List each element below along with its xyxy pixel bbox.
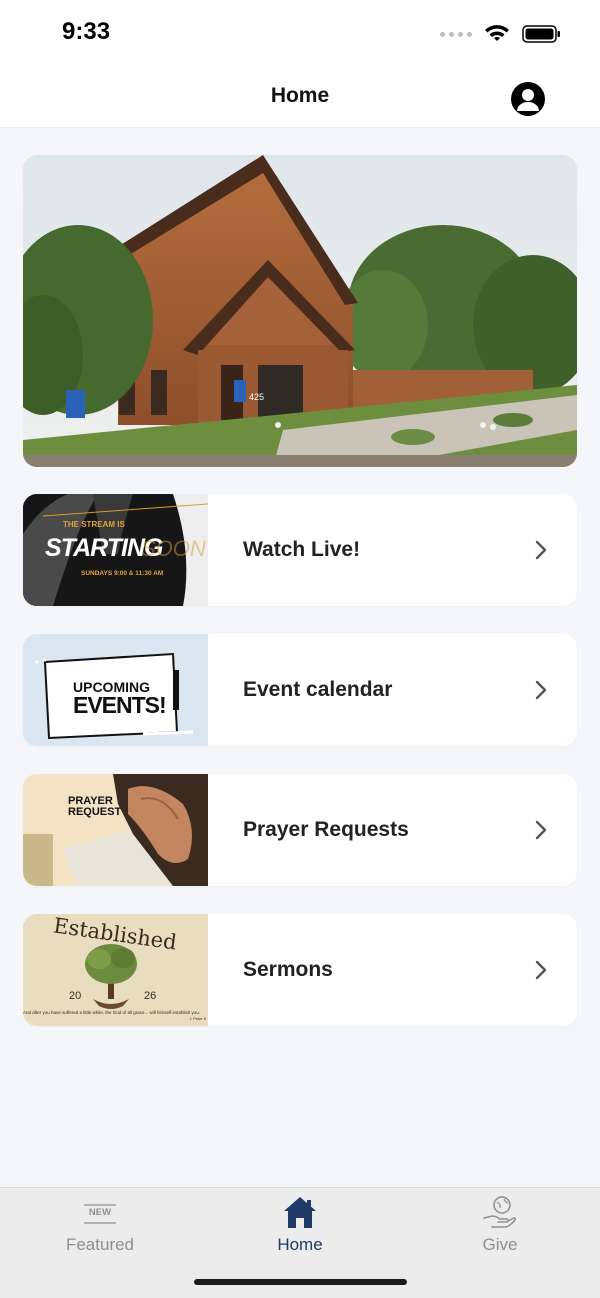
chevron-right-icon xyxy=(535,960,547,980)
card-label: Prayer Requests xyxy=(243,818,409,841)
new-badge-label: NEW xyxy=(88,1207,112,1218)
event-calendar-thumbnail: UPCOMING EVENTS! xyxy=(23,634,208,746)
status-time: 9:33 xyxy=(62,18,111,45)
tab-label: Give xyxy=(482,1235,518,1254)
cellular-signal-icon xyxy=(440,31,472,37)
thumb-verse: And after you have suffered a little whi… xyxy=(23,1010,201,1015)
tab-home[interactable]: Home xyxy=(240,1188,360,1268)
house-icon xyxy=(284,1197,316,1228)
thumb-verse-reference: 1 Peter 5 xyxy=(189,1016,206,1021)
navigation-bar: Home xyxy=(0,64,600,128)
tab-label: Featured xyxy=(65,1235,135,1254)
home-indicator xyxy=(194,1279,407,1285)
thumb-headline-ghost: SOON xyxy=(141,536,206,561)
thumb-caption: THE STREAM IS xyxy=(63,520,125,529)
thumb-headline: REQUEST xyxy=(68,806,122,818)
page-title: Home xyxy=(270,84,330,107)
tab-label: Home xyxy=(277,1235,323,1254)
thumb-schedule: SUNDAYS 9:00 & 11:30 AM xyxy=(81,570,164,577)
status-bar: 9:33 xyxy=(0,0,600,64)
watch-live-thumbnail: THE STREAM IS STARTING SOON SUNDAYS 9:00… xyxy=(23,494,208,606)
church-hero-image: 425 xyxy=(23,155,577,467)
thumb-year: 20 xyxy=(69,990,82,1002)
chevron-right-icon xyxy=(535,680,547,700)
address-number-sign: 425 xyxy=(249,392,264,402)
chevron-right-icon xyxy=(535,820,547,840)
card-label: Watch Live! xyxy=(243,538,361,561)
tab-featured[interactable]: NEW Featured xyxy=(40,1188,160,1268)
tab-give[interactable]: Give xyxy=(440,1188,560,1268)
prayer-requests-thumbnail: PRAYER REQUEST xyxy=(23,774,208,886)
profile-button[interactable] xyxy=(511,82,545,116)
sermons-thumbnail: Established 20 26 And after you have suf… xyxy=(23,914,208,1026)
watch-live-card[interactable]: THE STREAM IS STARTING SOON SUNDAYS 9:00… xyxy=(23,494,577,606)
church-building-illustration: 425 xyxy=(23,155,577,467)
sermons-card[interactable]: Established 20 26 And after you have suf… xyxy=(23,914,577,1026)
card-label: Event calendar xyxy=(243,678,393,701)
user-icon xyxy=(517,89,539,111)
chevron-right-icon xyxy=(535,540,547,560)
thumb-headline: EVENTS! xyxy=(73,692,167,718)
wifi-icon xyxy=(485,25,509,41)
prayer-requests-card[interactable]: PRAYER REQUEST Prayer Requests xyxy=(23,774,577,886)
giving-hand-globe-icon xyxy=(483,1196,517,1228)
thumb-year: 26 xyxy=(144,990,157,1002)
card-label: Sermons xyxy=(243,958,333,981)
event-calendar-card[interactable]: UPCOMING EVENTS! Event calendar xyxy=(23,634,577,746)
app-screen: 9:33 Home 425 THE STREAM IS STARTING SOO… xyxy=(0,0,600,1298)
battery-icon xyxy=(522,25,560,43)
status-icons xyxy=(440,24,562,44)
